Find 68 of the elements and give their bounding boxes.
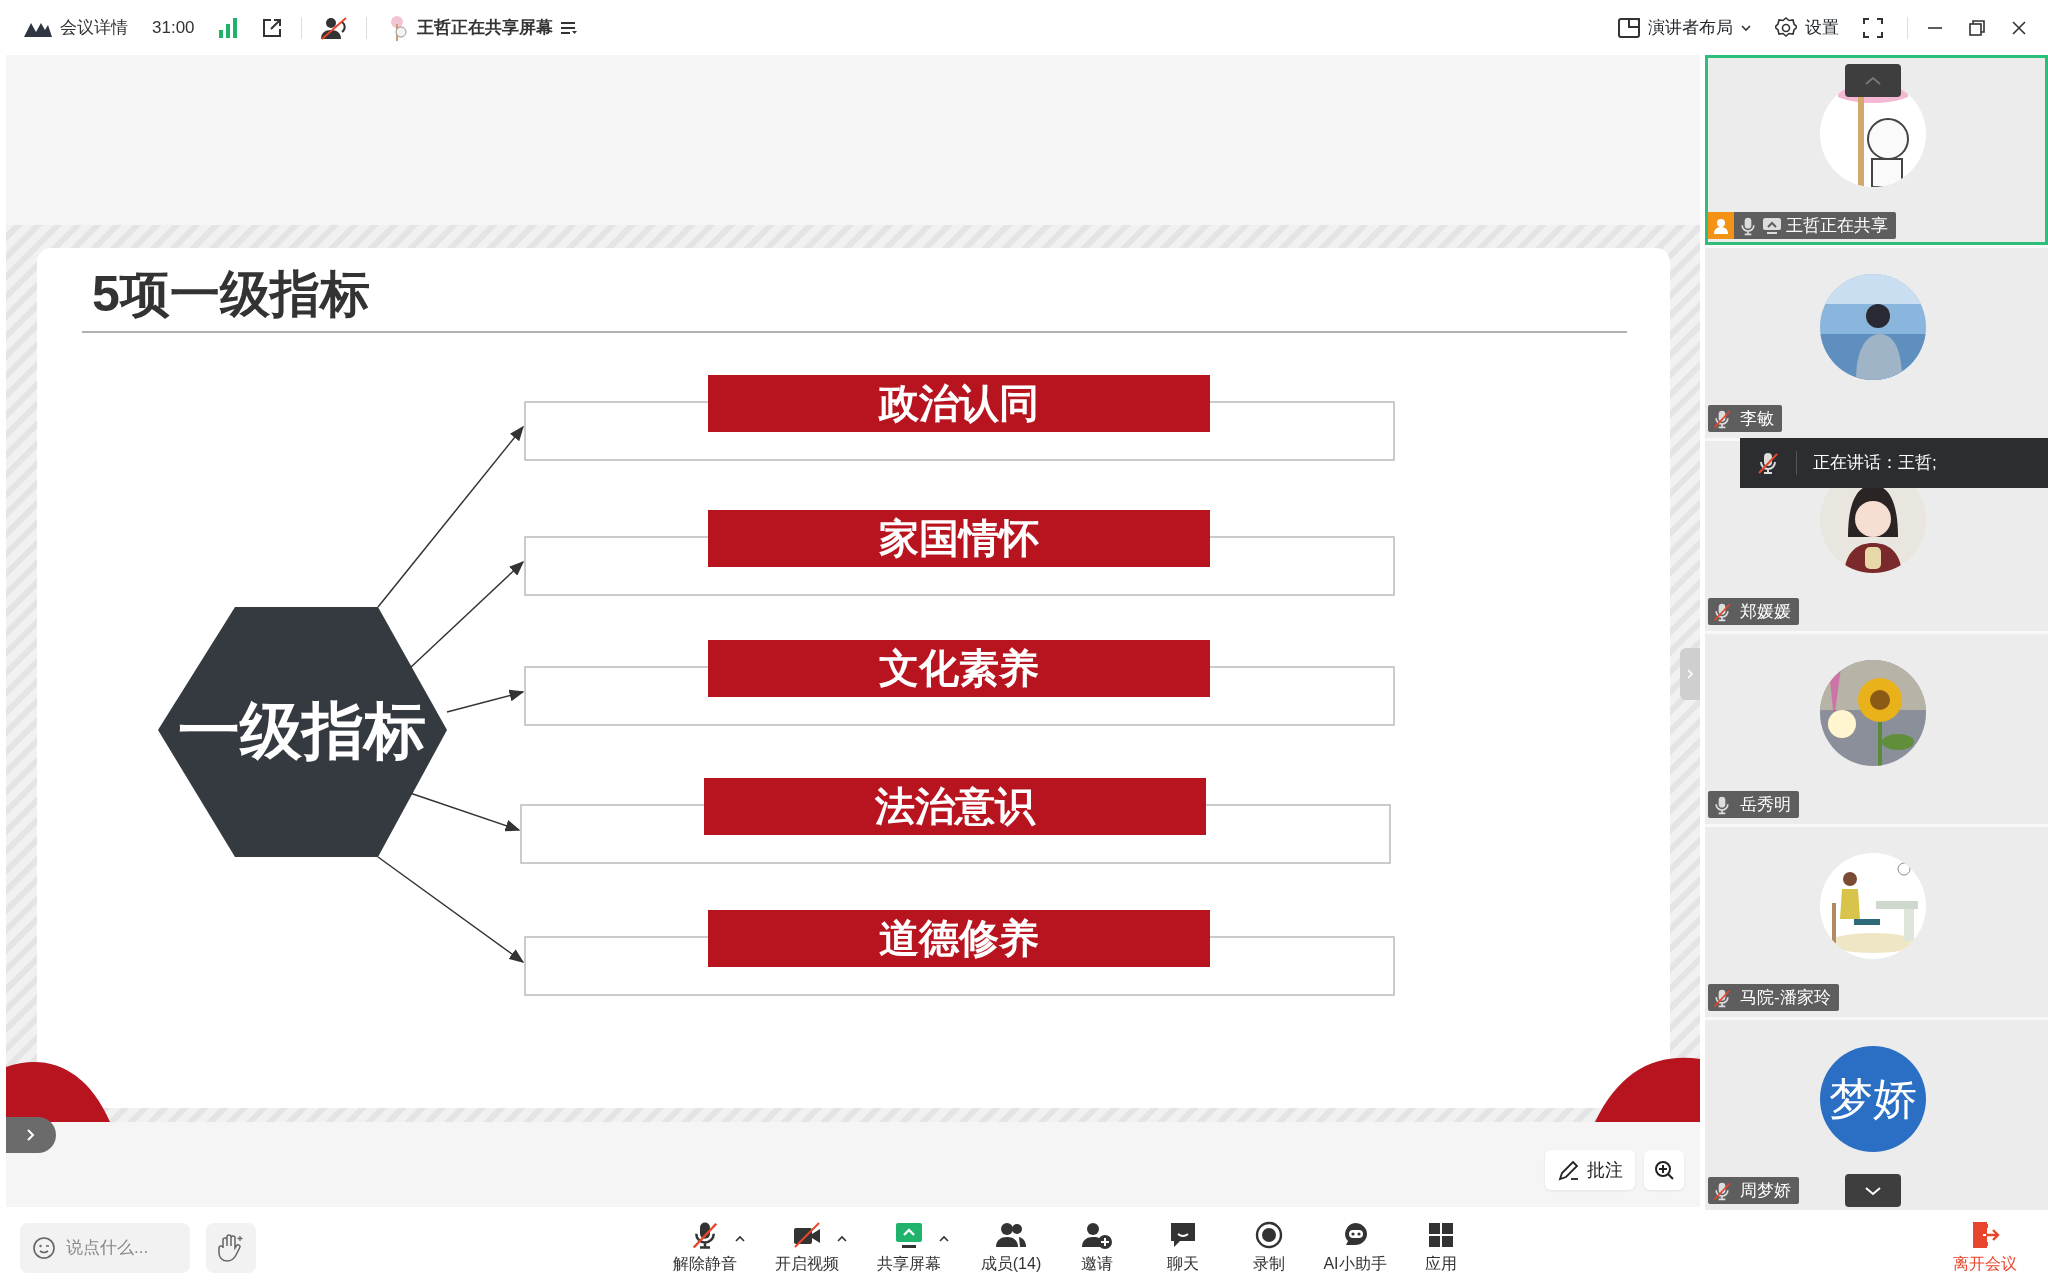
participant-name: 岳秀明 xyxy=(1740,793,1791,816)
caret-icon[interactable] xyxy=(734,1234,746,1243)
caret-icon[interactable] xyxy=(938,1234,950,1243)
meeting-duration: 31:00 xyxy=(152,16,195,39)
emoji-icon[interactable] xyxy=(32,1235,56,1260)
indicator-label: 道德修养 xyxy=(879,916,1039,960)
participant-name: 马院-潘家玲 xyxy=(1740,986,1831,1009)
toolbar-button[interactable]: 录制 xyxy=(1226,1219,1312,1276)
chevron-right-icon xyxy=(26,1128,36,1142)
hand-icon xyxy=(218,1233,244,1262)
toolbar-button[interactable]: 邀请 xyxy=(1054,1219,1140,1276)
indicator-label: 家国情怀 xyxy=(879,516,1039,560)
expand-button[interactable] xyxy=(6,1117,56,1153)
indicator-label: 法治意识 xyxy=(875,784,1035,828)
chevron-down-icon xyxy=(1864,1185,1882,1196)
center-label: 一级指标 xyxy=(178,696,426,765)
annotate-button[interactable]: 批注 xyxy=(1545,1150,1635,1190)
restore-icon[interactable] xyxy=(1968,18,1986,37)
close-icon[interactable] xyxy=(2010,18,2028,37)
chevron-up-icon xyxy=(1864,75,1882,86)
layout-icon xyxy=(1618,17,1640,38)
speaking-label: 正在讲话：王哲; xyxy=(1813,452,1937,475)
toolbar-button[interactable]: 解除静音 xyxy=(662,1219,748,1276)
menu-icon[interactable] xyxy=(560,20,577,35)
toolbar-button[interactable]: 共享屏幕 xyxy=(866,1219,952,1276)
avatar: 梦娇 xyxy=(1820,1046,1926,1152)
participant-name: 李敏 xyxy=(1740,407,1774,430)
caret-icon[interactable] xyxy=(836,1234,848,1243)
layout-dropdown[interactable]: 演讲者布局 xyxy=(1618,14,1751,41)
slide-title: 5项一级指标 xyxy=(92,266,370,322)
zoom-in-button[interactable] xyxy=(1644,1150,1684,1190)
leave-meeting-button[interactable]: 离开会议 xyxy=(1942,1219,2028,1276)
participant-name: 周梦娇 xyxy=(1740,1179,1791,1202)
host-icon xyxy=(1713,217,1729,234)
indicator-label: 文化素养 xyxy=(879,646,1039,690)
toolbar-button[interactable]: 应用 xyxy=(1398,1219,1484,1276)
chevron-right-icon xyxy=(1686,668,1694,680)
toolbar-button[interactable]: 聊天 xyxy=(1140,1219,1226,1276)
mic-muted-icon xyxy=(1756,451,1780,475)
toolbar-button[interactable]: AI小助手 xyxy=(1312,1219,1398,1276)
fullscreen-icon[interactable] xyxy=(1863,17,1883,38)
indicator-label: 政治认同 xyxy=(879,381,1039,425)
settings-button[interactable]: 设置 xyxy=(1775,14,1839,41)
video-tile[interactable]: 李敏 xyxy=(1705,248,2048,438)
screen-share-icon xyxy=(1762,216,1782,235)
raise-hand-button[interactable] xyxy=(206,1222,256,1273)
video-tile[interactable]: 岳秀明 xyxy=(1705,634,2048,824)
video-tile[interactable]: 梦娇 周梦娇 xyxy=(1705,1020,2048,1210)
zoom-in-icon xyxy=(1653,1159,1675,1181)
pen-icon xyxy=(1557,1158,1581,1182)
video-tile[interactable]: 马院-潘家玲 xyxy=(1705,827,2048,1017)
scroll-down-button[interactable] xyxy=(1845,1174,1901,1207)
record-icon xyxy=(1254,1219,1284,1250)
meeting-info-link[interactable]: 会议详情 xyxy=(60,14,128,41)
participant-name: 郑媛媛 xyxy=(1740,600,1791,623)
video-tile[interactable]: 王哲正在共享 xyxy=(1705,55,2048,245)
camera-off-icon xyxy=(792,1219,822,1250)
toolbar-button[interactable]: 开启视频 xyxy=(764,1219,850,1276)
sharing-status: 王哲正在共享屏幕 xyxy=(416,16,553,39)
participant-name: 王哲正在共享 xyxy=(1786,214,1888,237)
settings-icon xyxy=(1775,16,1797,39)
chat-input-field[interactable]: 说点什么... xyxy=(20,1222,190,1273)
external-link-icon[interactable] xyxy=(260,16,283,39)
toolbar-button[interactable]: 成员(14) xyxy=(968,1219,1054,1276)
exit-icon xyxy=(1970,1219,2000,1250)
signal-icon xyxy=(218,17,237,38)
caret-icon xyxy=(1741,23,1751,32)
user-muted-icon[interactable] xyxy=(319,15,348,40)
